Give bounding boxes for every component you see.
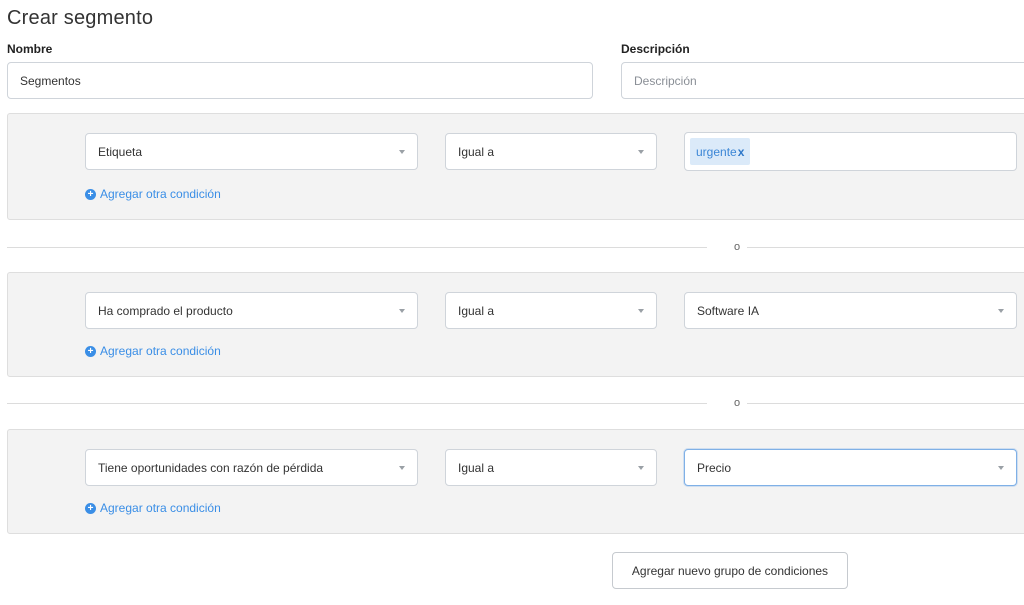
field-select[interactable]: Ha comprado el producto [85,292,418,329]
tag-input[interactable]: urgente x [684,132,1017,171]
operator-select-value: Igual a [458,144,495,159]
chevron-down-icon [998,465,1004,470]
plus-circle-icon: + [85,345,96,357]
add-condition-label: Agregar otra condición [100,344,221,358]
page-title: Crear segmento [7,7,154,29]
or-label: o [733,241,741,253]
chevron-down-icon [638,308,644,313]
field-select-value: Tiene oportunidades con razón de pérdida [98,460,324,475]
name-input[interactable] [7,62,593,99]
operator-select-value: Igual a [458,460,495,475]
value-select[interactable]: Software IA [684,292,1017,329]
field-select-value: Ha comprado el producto [98,303,233,318]
condition-group: Etiqueta Igual a urgente x + Agregar otr… [7,113,1024,220]
plus-circle-icon: + [85,502,96,514]
or-separator: o [7,397,1024,409]
name-label: Nombre [7,42,53,56]
operator-select[interactable]: Igual a [445,292,657,329]
plus-circle-icon: + [85,188,96,200]
condition-group: Ha comprado el producto Igual a Software… [7,272,1024,377]
or-separator: o [7,241,1024,253]
value-select-value: Software IA [697,303,760,318]
condition-group: Tiene oportunidades con razón de pérdida… [7,429,1024,534]
add-condition-link[interactable]: + Agregar otra condición [85,344,221,358]
value-select[interactable]: Precio [684,449,1017,486]
add-condition-link[interactable]: + Agregar otra condición [85,501,221,515]
add-condition-label: Agregar otra condición [100,501,221,515]
operator-select-value: Igual a [458,303,495,318]
add-condition-group-button[interactable]: Agregar nuevo grupo de condiciones [612,552,848,589]
description-label: Descripción [621,42,690,56]
field-select[interactable]: Tiene oportunidades con razón de pérdida [85,449,418,486]
add-condition-label: Agregar otra condición [100,187,221,201]
or-label: o [733,397,741,409]
add-condition-link[interactable]: + Agregar otra condición [85,187,221,201]
value-select-value: Precio [697,460,732,475]
field-select[interactable]: Etiqueta [85,133,418,170]
chevron-down-icon [399,308,405,313]
chevron-down-icon [998,308,1004,313]
operator-select[interactable]: Igual a [445,449,657,486]
operator-select[interactable]: Igual a [445,133,657,170]
description-input[interactable] [621,62,1024,99]
close-icon[interactable]: x [738,145,745,159]
tag-label: urgente [696,144,737,159]
chevron-down-icon [399,149,405,154]
chevron-down-icon [399,465,405,470]
tag-chip: urgente x [690,138,751,165]
field-select-value: Etiqueta [98,144,143,159]
chevron-down-icon [638,465,644,470]
chevron-down-icon [638,149,644,154]
